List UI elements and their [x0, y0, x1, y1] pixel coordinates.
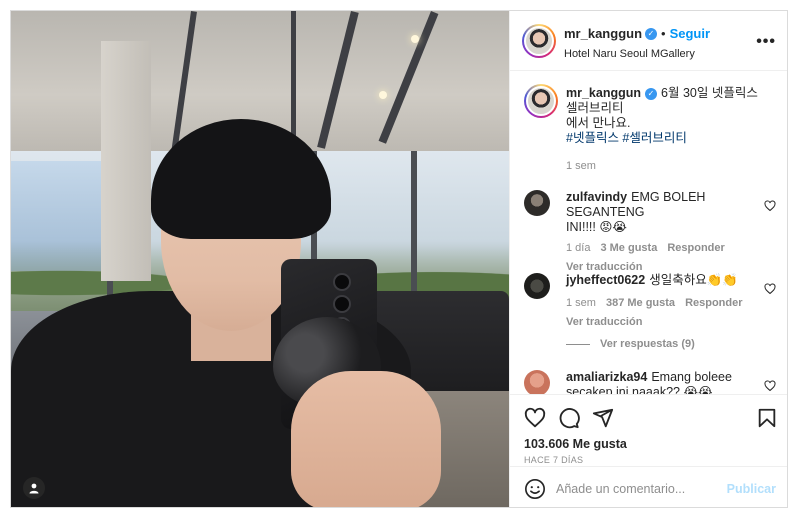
author-username[interactable]: mr_kanggun [564, 26, 642, 41]
caption-body: mr_kanggun ✓ 6월 30일 넷플릭스 셀러브리티 에서 만나요. #넷플… [566, 86, 776, 174]
comment-meta: 1 sem 387 Me gusta Responder [566, 296, 766, 311]
post-sidebar: mr_kanggun ✓ • Seguir Hotel Naru Seoul MGal… [509, 11, 787, 507]
list-item: amaliarizka94 Emang boleee secakep ini na… [524, 370, 778, 394]
caption-username[interactable]: mr_kanggun [566, 86, 641, 100]
photo-light [379, 91, 387, 99]
comment-text-line2: INI!!!! 😡😭 [566, 220, 627, 234]
caption: mr_kanggun ✓ 6월 30일 넷플릭스 셀러브리티 에서 만나요. #넷플… [524, 84, 778, 172]
photo-pillar [101, 41, 151, 281]
user-tag-icon[interactable] [23, 477, 45, 499]
comment-text-line2: secakep ini naaak?? 😭😭 [566, 385, 713, 394]
heart-icon[interactable] [524, 407, 546, 429]
comment-time: 1 día [566, 242, 591, 254]
comment-composer: Publicar [510, 466, 787, 507]
comment-input[interactable] [556, 477, 726, 501]
comment-likes[interactable]: 387 Me gusta [606, 297, 675, 309]
avatar[interactable] [524, 273, 550, 299]
heart-icon[interactable] [764, 380, 776, 392]
caption-text-line3: 에서 만나요. [566, 116, 631, 130]
heart-icon[interactable] [764, 200, 776, 212]
post-photo[interactable] [11, 11, 509, 507]
reply-button[interactable]: Responder [685, 297, 742, 309]
list-item: jyheffect0622 생일축하요👏👏 1 sem 387 Me gusta Re… [524, 273, 778, 333]
comment-username[interactable]: zulfavindy [566, 190, 627, 204]
replies-divider [566, 343, 590, 345]
verified-icon: ✓ [645, 27, 658, 40]
view-replies-label: Ver respuestas (9) [600, 338, 695, 350]
avatar [526, 86, 556, 116]
comment-time: 1 sem [566, 297, 596, 309]
caption-avatar[interactable] [524, 84, 558, 118]
caption-text-line2: 셀러브리티 [566, 101, 624, 115]
send-icon[interactable] [592, 407, 614, 429]
publish-button[interactable]: Publicar [727, 482, 776, 496]
instagram-post: mr_kanggun ✓ • Seguir Hotel Naru Seoul MGal… [10, 10, 788, 508]
dot-separator: • [661, 26, 666, 41]
bookmark-icon[interactable] [756, 407, 778, 429]
avatar [524, 26, 554, 56]
photo-light [411, 35, 419, 43]
comment-body: jyheffect0622 생일축하요👏👏 1 sem 387 Me gusta Re… [566, 273, 766, 330]
see-translation-button[interactable]: Ver traducción [566, 315, 766, 330]
verified-icon: ✓ [645, 87, 658, 100]
list-item: zulfavindy EMG BOLEH SEGANTENG INI!!!! 😡😭… [524, 190, 778, 273]
comment-likes[interactable]: 3 Me gusta [600, 242, 657, 254]
comment-body: zulfavindy EMG BOLEH SEGANTENG INI!!!! 😡😭… [566, 190, 766, 275]
caption-time: 1 sem [566, 160, 596, 172]
photo-beam [291, 11, 296, 151]
view-replies-button[interactable]: Ver respuestas (9) [566, 338, 695, 350]
comment-text-line1: Emang boleee [651, 370, 732, 384]
follow-button[interactable]: Seguir [670, 26, 710, 41]
avatar[interactable] [524, 190, 550, 216]
caption-hashtags[interactable]: #넷플릭스 #셀러브리티 [566, 131, 687, 145]
comment-body: amaliarizka94 Emang boleee secakep ini na… [566, 370, 766, 394]
comments-section: mr_kanggun ✓ 6월 30일 넷플릭스 셀러브리티 에서 만나요. #넷플… [510, 72, 787, 394]
more-horizontal-icon[interactable]: ••• [756, 33, 776, 51]
post-timestamp: HACE 7 DÍAS [524, 455, 584, 465]
avatar[interactable] [524, 370, 550, 394]
comment-username[interactable]: jyheffect0622 [566, 273, 645, 287]
phone-camera [333, 295, 351, 313]
emoji-icon[interactable] [524, 478, 546, 500]
phone-camera [333, 273, 351, 291]
caption-text-line1: 6월 30일 넷플릭스 [661, 86, 758, 100]
comment-text-line1: 생일축하요👏👏 [649, 273, 738, 287]
post-actions: 103.606 Me gusta HACE 7 DÍAS [510, 394, 787, 466]
comment-icon[interactable] [558, 407, 580, 429]
comment-meta: 1 día 3 Me gusta Responder [566, 241, 766, 256]
reply-button[interactable]: Responder [667, 242, 724, 254]
heart-icon[interactable] [764, 283, 776, 295]
author-avatar[interactable] [522, 24, 556, 58]
photo-hand [291, 371, 441, 507]
photo-mullion [411, 151, 417, 311]
author-info: mr_kanggun ✓ • Seguir Hotel Naru Seoul MGal… [564, 25, 710, 60]
comment-username[interactable]: amaliarizka94 [566, 370, 647, 384]
likes-count[interactable]: 103.606 Me gusta [524, 437, 627, 451]
post-location[interactable]: Hotel Naru Seoul MGallery [564, 48, 710, 60]
post-header: mr_kanggun ✓ • Seguir Hotel Naru Seoul MGal… [510, 11, 787, 71]
